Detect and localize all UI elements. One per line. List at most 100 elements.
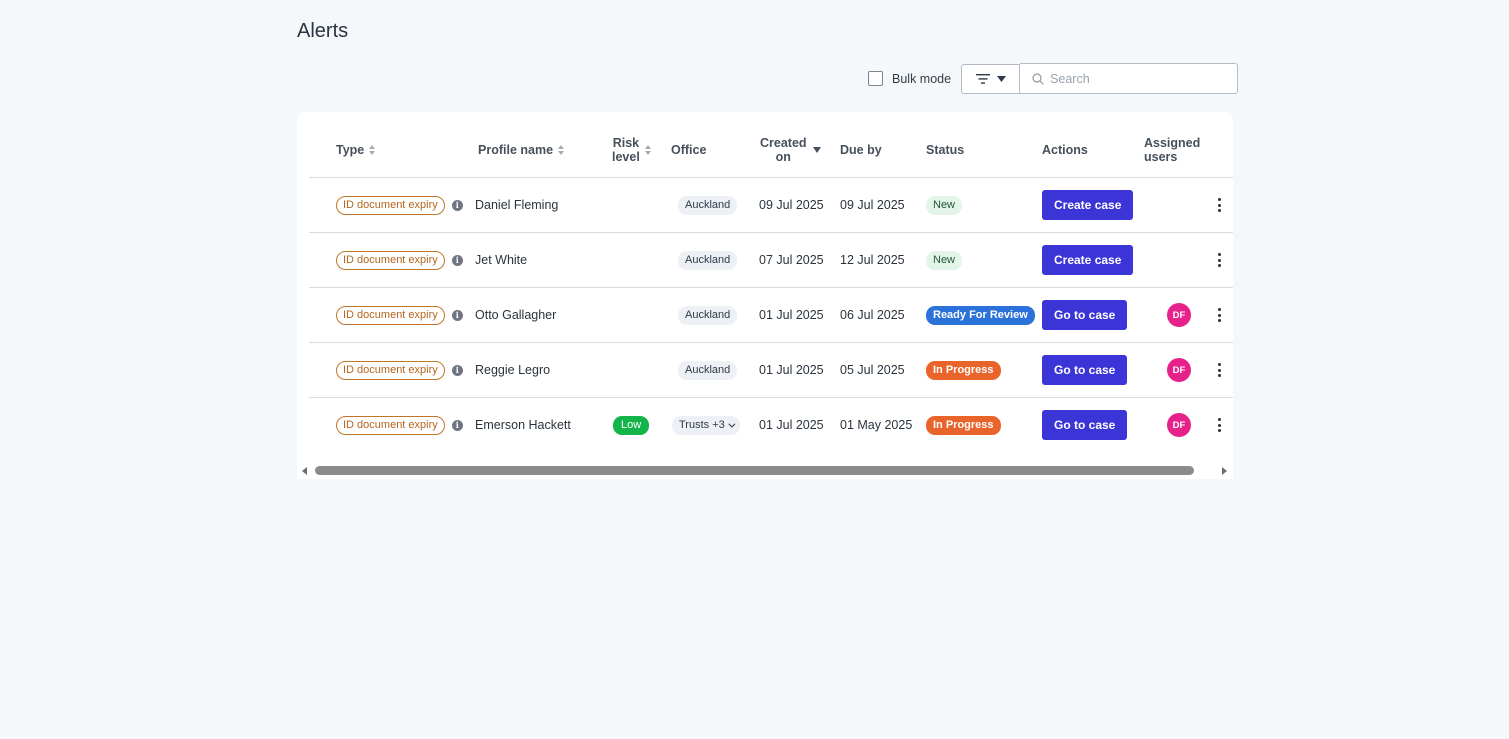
- more-cell: [1214, 233, 1225, 287]
- profile-name[interactable]: Reggie Legro: [475, 343, 550, 397]
- more-cell: [1214, 398, 1225, 452]
- assignee-cell: DF: [1167, 398, 1191, 452]
- due-by: 12 Jul 2025: [840, 253, 905, 267]
- info-icon[interactable]: i: [451, 309, 463, 321]
- table-row: ID document expiry i Otto Gallagher Aucklan…: [309, 287, 1233, 342]
- column-header-type[interactable]: Type: [336, 143, 376, 157]
- bulk-mode-toggle[interactable]: Bulk mode: [866, 71, 951, 86]
- created-on: 07 Jul 2025: [759, 253, 824, 267]
- info-icon[interactable]: i: [451, 419, 463, 431]
- column-header-office: Office: [671, 143, 706, 157]
- due-by: 05 Jul 2025: [840, 363, 905, 377]
- office-label: Auckland: [685, 254, 731, 266]
- due-by: 06 Jul 2025: [840, 308, 905, 322]
- column-label: Actions: [1042, 143, 1088, 157]
- avatar[interactable]: DF: [1167, 358, 1191, 382]
- kebab-vertical-icon[interactable]: [1214, 196, 1225, 214]
- actions-cell: Create case: [1042, 178, 1134, 232]
- caret-down-icon: [996, 75, 1006, 82]
- column-label: Profile name: [478, 143, 554, 157]
- created-on: 01 Jul 2025: [759, 308, 824, 322]
- scrollbar-thumb[interactable]: [315, 466, 1194, 475]
- bulk-mode-checkbox[interactable]: [868, 71, 883, 86]
- info-icon[interactable]: i: [451, 199, 463, 211]
- go-to-case-button[interactable]: Go to case: [1042, 355, 1128, 385]
- profile-name[interactable]: Otto Gallagher: [475, 288, 556, 342]
- info-icon[interactable]: i: [451, 364, 463, 376]
- profile-name[interactable]: Emerson Hackett: [475, 398, 571, 452]
- scroll-left-arrow-icon[interactable]: [302, 467, 307, 475]
- go-to-case-button[interactable]: Go to case: [1042, 410, 1128, 440]
- office-tag: Auckland: [678, 305, 738, 325]
- status-cell: New: [926, 233, 963, 287]
- alert-type-tag: ID document expiry: [336, 305, 445, 325]
- more-cell: [1214, 343, 1225, 397]
- risk-level-badge: Low: [613, 415, 650, 435]
- sort-desc-icon: [812, 147, 821, 153]
- column-header-due-by: Due by: [840, 143, 882, 157]
- avatar[interactable]: DF: [1167, 413, 1191, 437]
- alerts-table: Type Profile name Risk level Office Crea…: [297, 112, 1233, 479]
- status-badge: Ready For Review: [926, 305, 1035, 325]
- type-cell: ID document expiry i: [336, 233, 463, 287]
- status-badge: New: [926, 250, 963, 270]
- actions-cell: Go to case: [1042, 288, 1128, 342]
- column-label: Status: [926, 143, 965, 157]
- type-cell: ID document expiry i: [336, 343, 463, 397]
- go-to-case-button[interactable]: Go to case: [1042, 300, 1128, 330]
- alert-type-tag: ID document expiry: [336, 195, 445, 215]
- sort-icon: [644, 145, 651, 155]
- type-cell: ID document expiry i: [336, 178, 463, 232]
- status-badge: In Progress: [926, 415, 1001, 435]
- column-label: users: [1144, 150, 1178, 164]
- created-on: 01 Jul 2025: [759, 418, 824, 432]
- column-header-profile-name[interactable]: Profile name: [478, 143, 565, 157]
- profile-name[interactable]: Jet White: [475, 233, 527, 287]
- office-cell: Auckland: [678, 178, 738, 232]
- scroll-right-arrow-icon[interactable]: [1222, 467, 1227, 475]
- more-cell: [1214, 178, 1225, 232]
- office-label: Auckland: [685, 199, 731, 211]
- filter-button[interactable]: [961, 63, 1021, 94]
- create-case-button[interactable]: Create case: [1042, 245, 1134, 275]
- office-tag: Auckland: [678, 195, 738, 215]
- risk-cell: Low: [613, 398, 650, 452]
- sort-icon: [369, 145, 376, 155]
- profile-name[interactable]: Daniel Fleming: [475, 178, 558, 232]
- status-cell: Ready For Review: [926, 288, 1035, 342]
- column-header-actions: Actions: [1042, 143, 1088, 157]
- office-tag[interactable]: Trusts +3: [672, 415, 740, 435]
- office-cell: Trusts +3: [672, 398, 740, 452]
- table-row: ID document expiry i Emerson Hackett Low Tru…: [309, 397, 1233, 452]
- alert-type-tag: ID document expiry: [336, 250, 445, 270]
- status-cell: In Progress: [926, 343, 1001, 397]
- kebab-vertical-icon[interactable]: [1214, 361, 1225, 379]
- column-header-created-on[interactable]: Created on: [760, 136, 821, 164]
- kebab-vertical-icon[interactable]: [1214, 306, 1225, 324]
- column-header-risk-level[interactable]: Risk level: [612, 136, 651, 164]
- search-input[interactable]: [1050, 71, 1221, 86]
- status-cell: In Progress: [926, 398, 1001, 452]
- actions-cell: Go to case: [1042, 398, 1128, 452]
- assignee-cell: DF: [1167, 343, 1191, 397]
- horizontal-scrollbar[interactable]: [297, 462, 1233, 479]
- bulk-mode-label: Bulk mode: [892, 71, 952, 86]
- office-cell: Auckland: [678, 288, 738, 342]
- search-box[interactable]: [1020, 63, 1239, 94]
- kebab-vertical-icon[interactable]: [1214, 251, 1225, 269]
- type-cell: ID document expiry i: [336, 398, 463, 452]
- column-label: Risk: [612, 136, 640, 150]
- create-case-button[interactable]: Create case: [1042, 190, 1134, 220]
- avatar[interactable]: DF: [1167, 303, 1191, 327]
- table-row: ID document expiry i Reggie Legro Auckland 0…: [309, 342, 1233, 397]
- toolbar: Bulk mode: [866, 63, 1239, 94]
- alert-type-tag: ID document expiry: [336, 360, 445, 380]
- office-label: Auckland: [685, 364, 731, 376]
- office-label: Auckland: [685, 309, 731, 321]
- kebab-vertical-icon[interactable]: [1214, 416, 1225, 434]
- column-label: Created: [760, 136, 807, 150]
- info-icon[interactable]: i: [451, 254, 463, 266]
- alert-type-tag: ID document expiry: [336, 415, 445, 435]
- status-badge: New: [926, 195, 963, 215]
- created-on: 09 Jul 2025: [759, 198, 824, 212]
